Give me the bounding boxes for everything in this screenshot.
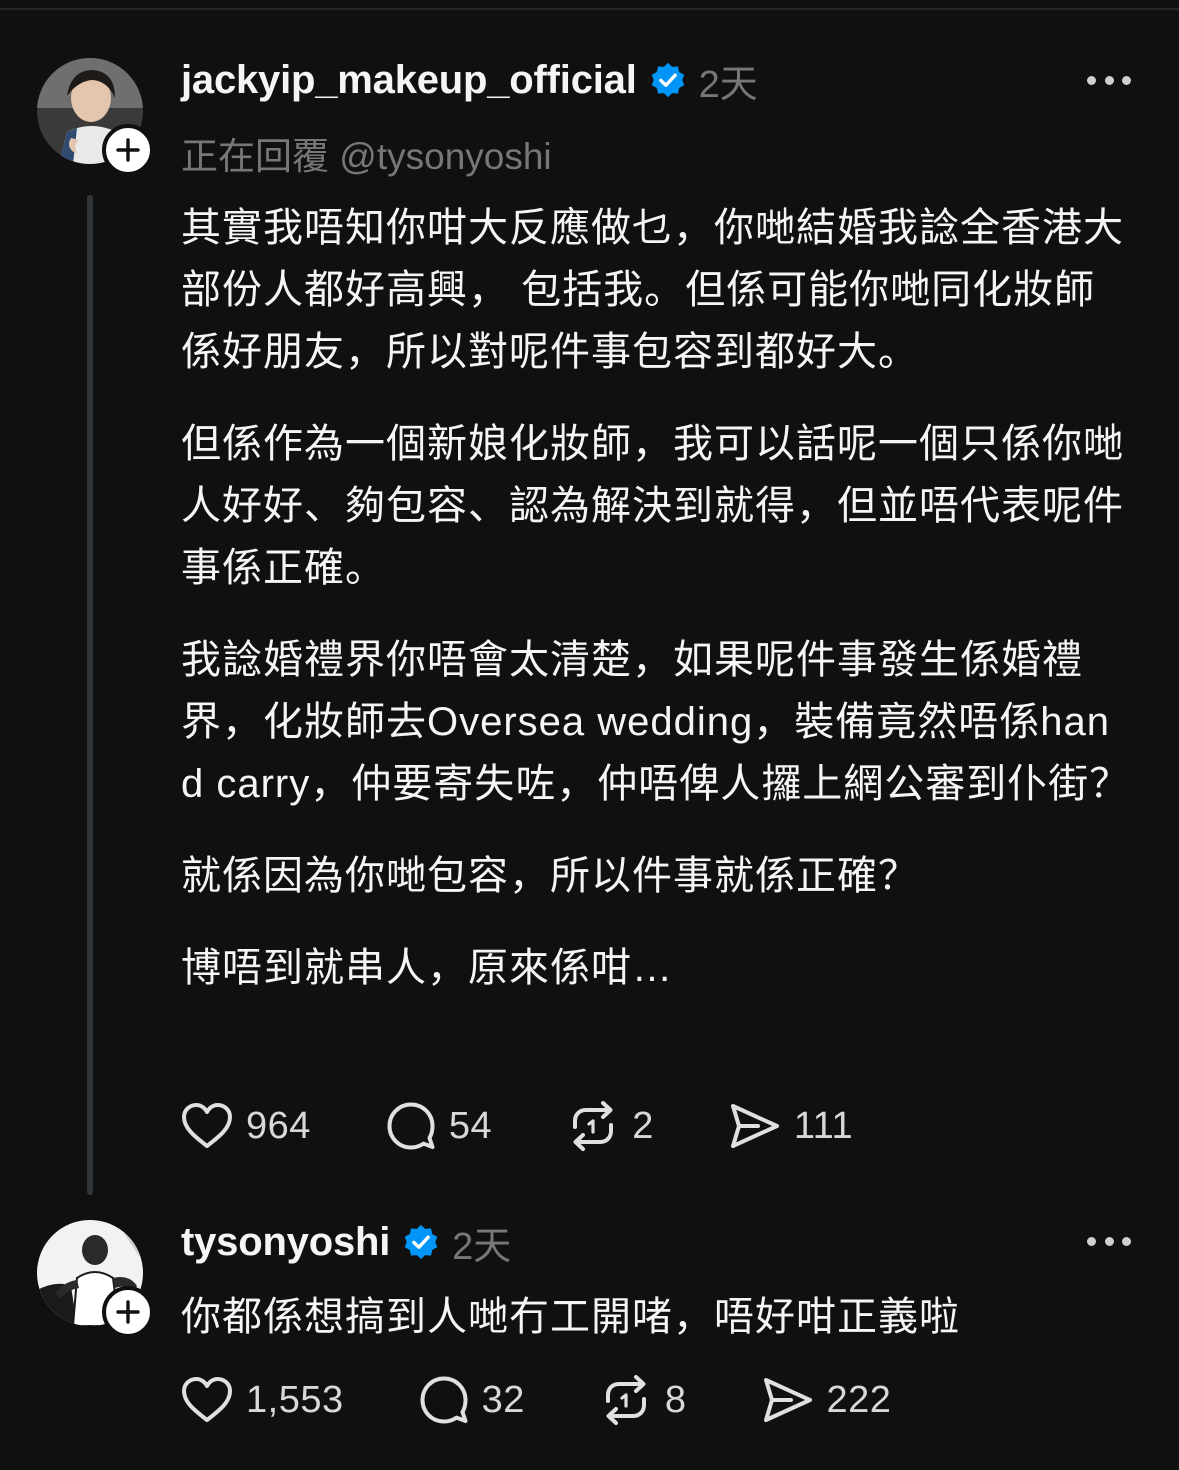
post-text: 你都係想搞到人哋冇工開啫，唔好咁正義啦 <box>181 1295 960 1339</box>
repost-button[interactable]: 8 <box>599 1374 687 1426</box>
post-paragraph: 博唔到就串人，原來係咁… <box>181 946 673 990</box>
verified-badge-icon <box>649 61 687 99</box>
post-header: tysonyoshi 2天 <box>181 1216 511 1268</box>
comment-icon <box>420 1376 468 1424</box>
comment-count: 54 <box>448 1104 493 1147</box>
more-dot <box>1122 1236 1131 1246</box>
username[interactable]: tysonyoshi <box>181 1220 390 1265</box>
heart-icon <box>182 1377 232 1422</box>
share-count: 222 <box>826 1378 892 1421</box>
more-options-button[interactable] <box>1087 74 1131 86</box>
thread-post-2: tysonyoshi 2天 你都係想搞到人哋冇工開啫，唔好咁正義啦 1,553 … <box>0 1200 1179 1470</box>
send-icon <box>763 1378 812 1422</box>
post-paragraph: 其實我唔知你咁大反應做乜，你哋結婚我諗全香港大部份人都好高興， 包括我。但係可能… <box>181 206 1124 374</box>
username[interactable]: jackyip_makeup_official <box>181 58 637 103</box>
repost-icon <box>605 1375 646 1425</box>
thread-post-1: jackyip_makeup_official 2天 正在回覆 @tysonyo… <box>0 0 1179 1200</box>
post-body: 其實我唔知你咁大反應做乜，你哋結婚我諗全香港大部份人都好高興， 包括我。但係可能… <box>181 197 1131 1029</box>
post-time: 2天 <box>698 63 758 106</box>
repost-count: 8 <box>664 1378 687 1421</box>
heart-icon <box>182 1103 232 1148</box>
send-icon <box>730 1104 779 1148</box>
share-button[interactable]: 111 <box>728 1101 853 1151</box>
comment-count: 32 <box>481 1378 525 1421</box>
post-paragraph: 我諗婚禮界你唔會太清楚，如果呢件事發生係婚禮界，化妝師去Oversea wedd… <box>181 638 1131 806</box>
comment-icon <box>387 1102 435 1150</box>
plus-icon <box>116 1300 140 1324</box>
comment-button[interactable]: 54 <box>385 1100 492 1152</box>
like-count: 964 <box>246 1104 311 1147</box>
more-dot <box>1104 1236 1114 1246</box>
more-dot <box>1104 75 1114 85</box>
verified-badge-icon <box>402 1223 440 1261</box>
more-dot <box>1087 75 1096 85</box>
thread-line <box>87 195 93 1195</box>
share-button[interactable]: 222 <box>761 1375 892 1425</box>
repost-count: 2 <box>632 1104 654 1147</box>
post-header: jackyip_makeup_official 2天 <box>181 54 758 106</box>
follow-button[interactable] <box>102 124 154 176</box>
follow-button[interactable] <box>102 1286 154 1338</box>
more-options-button[interactable] <box>1087 1235 1131 1247</box>
repost-icon <box>573 1101 614 1151</box>
more-dot <box>1087 1236 1096 1246</box>
post-time: 2天 <box>452 1225 512 1268</box>
post-actions: 964 54 2 111 <box>180 1100 927 1152</box>
post-paragraph: 但係作為一個新娘化妝師，我可以話呢一個只係你哋人好好、夠包容、認為解決到就得，但… <box>181 422 1124 590</box>
plus-icon <box>116 138 140 162</box>
like-count: 1,553 <box>246 1378 344 1421</box>
more-dot <box>1122 75 1131 85</box>
repost-button[interactable]: 2 <box>566 1100 654 1152</box>
post-actions: 1,553 32 8 222 <box>180 1374 965 1426</box>
post-paragraph: 就係因為你哋包容，所以件事就係正確？ <box>181 854 919 898</box>
like-button[interactable]: 964 <box>180 1101 311 1151</box>
replying-to-label[interactable]: 正在回覆 @tysonyoshi <box>181 126 552 180</box>
comment-button[interactable]: 32 <box>418 1374 525 1426</box>
like-button[interactable]: 1,553 <box>180 1375 344 1425</box>
share-count: 111 <box>793 1104 854 1147</box>
